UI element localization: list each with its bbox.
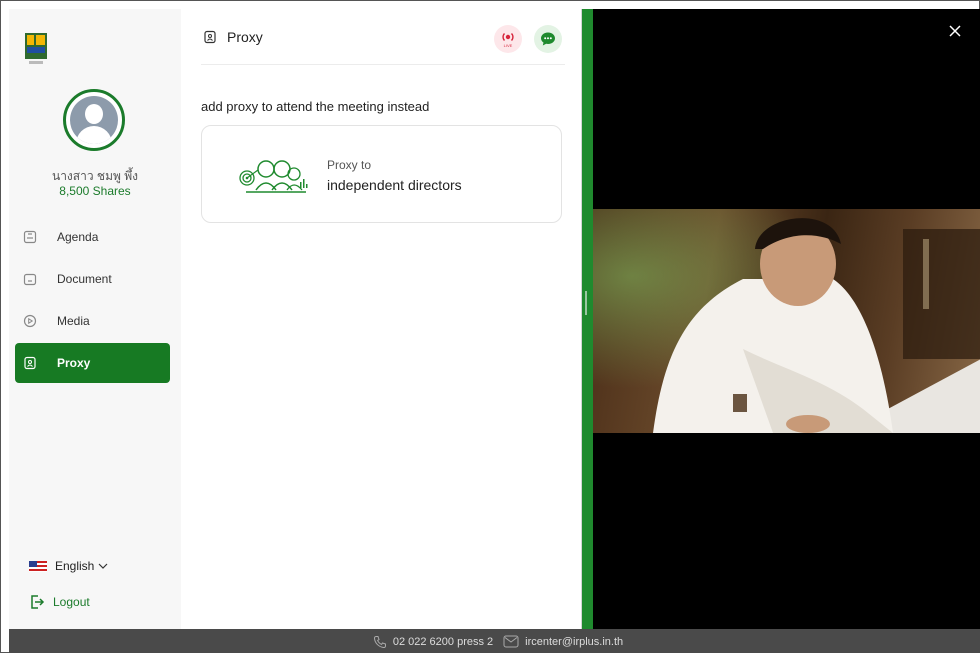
splitter-grip[interactable] (585, 291, 587, 315)
card-caption: Proxy to (327, 158, 372, 172)
proxy-icon (23, 356, 37, 370)
sidebar-item-media[interactable]: Media (15, 301, 170, 341)
user-shares: 8,500 Shares (59, 184, 131, 198)
sidebar-item-label: Agenda (57, 230, 99, 244)
app-frame: นางสาว ชมพู พึ้ง 8,500 Shares Agenda Doc… (0, 0, 980, 653)
video-panel (593, 9, 980, 629)
main-panel: Proxy LIVE add proxy to attend the meeti… (181, 9, 581, 629)
language-label: English (55, 559, 95, 573)
sidebar-item-label: Media (57, 314, 90, 328)
live-broadcast-icon: LIVE (502, 33, 514, 48)
play-icon (23, 314, 37, 328)
intro-text: add proxy to attend the meeting instead (201, 99, 430, 114)
chat-icon (541, 32, 555, 46)
page-title-text: Proxy (227, 29, 263, 45)
group-target-icon (238, 156, 310, 201)
panel-splitter[interactable] (581, 9, 593, 629)
footer-email[interactable]: ircenter@irplus.in.th (525, 636, 623, 648)
folder-icon (23, 272, 37, 286)
phone-icon (373, 635, 387, 649)
sidebar-item-document[interactable]: Document (15, 259, 170, 299)
chevron-down-icon (98, 562, 108, 570)
sidebar-item-label: Document (57, 272, 112, 286)
footer-phone[interactable]: 02 022 6200 press 2 (393, 636, 493, 648)
sidebar: นางสาว ชมพู พึ้ง 8,500 Shares Agenda Doc… (9, 9, 181, 629)
proxy-independent-directors-card[interactable]: Proxy to independent directors (201, 125, 562, 223)
card-title: independent directors (327, 177, 462, 193)
header-divider (201, 64, 565, 65)
logout-label: Logout (53, 595, 90, 609)
chat-button[interactable] (534, 25, 562, 53)
close-icon[interactable] (947, 23, 963, 39)
video-frame[interactable] (593, 209, 980, 433)
logout-icon (29, 594, 45, 610)
irplus-logo (25, 33, 47, 67)
language-selector[interactable]: English (29, 559, 108, 573)
agenda-icon (23, 230, 37, 244)
svg-text:LIVE: LIVE (504, 43, 513, 48)
sidebar-item-proxy[interactable]: Proxy (15, 343, 170, 383)
sidebar-item-agenda[interactable]: Agenda (15, 217, 170, 257)
footer-bar: 02 022 6200 press 2 ircenter@irplus.in.t… (9, 629, 980, 653)
email-icon (503, 635, 519, 648)
sidebar-item-label: Proxy (57, 356, 91, 370)
logout-button[interactable]: Logout (29, 594, 90, 610)
page-title: Proxy (203, 29, 263, 45)
proxy-icon (203, 30, 217, 44)
us-flag-icon (29, 560, 47, 572)
avatar (63, 89, 125, 151)
live-button[interactable]: LIVE (494, 25, 522, 53)
